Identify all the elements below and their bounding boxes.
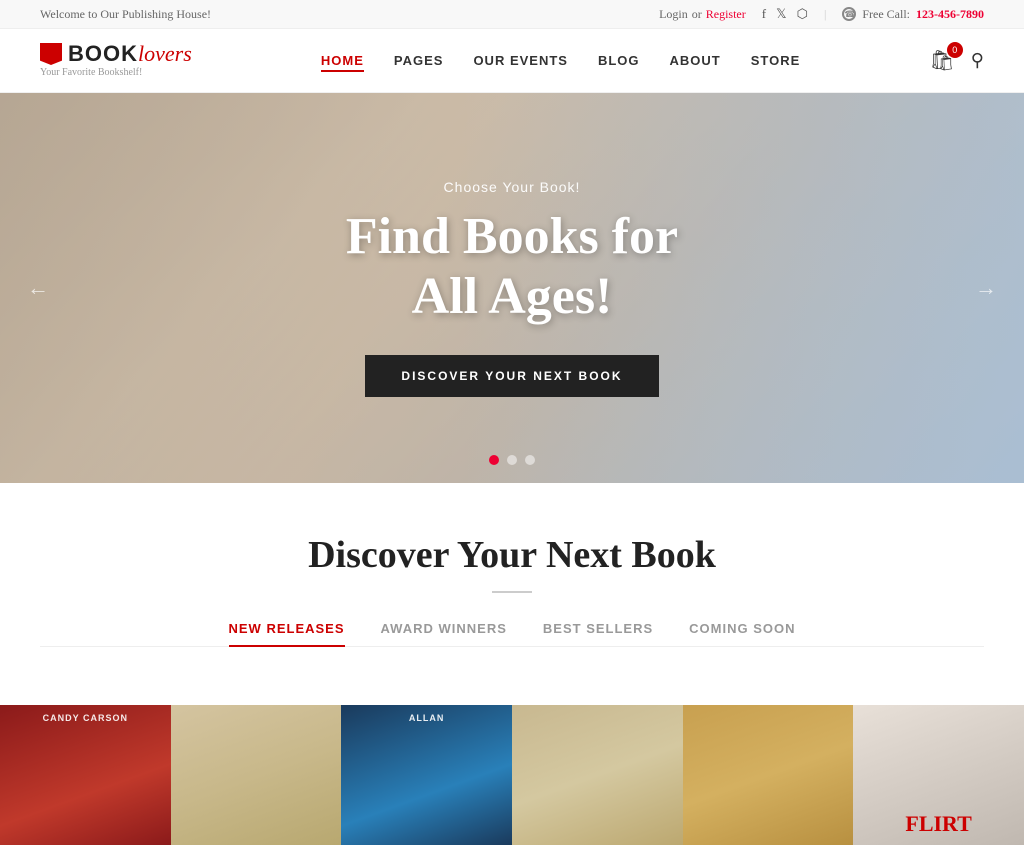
discover-divider [492,591,532,593]
hero-dot-2[interactable] [507,455,517,465]
nav-events[interactable]: OUR EVENTS [473,53,568,68]
nav-store[interactable]: STORE [751,53,801,68]
logo[interactable]: BOOKlovers Your Favorite Bookshelf! [40,43,192,78]
discover-section: Discover Your Next Book NEW RELEASES AWA… [0,483,1024,705]
hero-content: Choose Your Book! Find Books forAll Ages… [346,179,678,397]
or-text: or [692,7,702,22]
search-button[interactable]: ⚲ [971,50,984,71]
nav-home[interactable]: HOME [321,53,364,68]
arrow-left-icon: ← [27,275,49,301]
cart-button[interactable]: 🛍 0 [929,48,954,73]
book-card-6[interactable]: FLIRT [853,705,1024,845]
logo-text: BOOKlovers [68,43,192,65]
book-card-1[interactable]: CANDY CARSON [0,705,171,845]
arrow-right-icon: → [975,275,997,301]
book-grid: CANDY CARSON ALLAN FLIRT [0,705,1024,845]
tab-new-releases[interactable]: NEW RELEASES [229,621,345,646]
tab-best-sellers[interactable]: BEST SELLERS [543,621,653,646]
free-call-label: Free Call: [862,7,910,22]
book-title-6: FLIRT [905,811,971,837]
book-author-1: CANDY CARSON [0,713,171,723]
hero-dots [489,455,535,465]
nav-about[interactable]: ABOUT [670,53,721,68]
social-icons: f 𝕏 ⬡ [762,6,808,22]
header: BOOKlovers Your Favorite Bookshelf! HOME… [0,29,1024,93]
nav-blog[interactable]: BLOG [598,53,640,68]
header-actions: 🛍 0 ⚲ [929,48,984,73]
facebook-icon[interactable]: f [762,6,766,22]
logo-icon [40,43,62,65]
twitter-icon[interactable]: 𝕏 [776,6,786,22]
book-tabs: NEW RELEASES AWARD WINNERS BEST SELLERS … [40,621,984,647]
book-card-3[interactable]: ALLAN [341,705,512,845]
welcome-text: Welcome to Our Publishing House! [40,7,211,22]
nav-pages[interactable]: PAGES [394,53,444,68]
book-card-4[interactable] [512,705,683,845]
hero-subtitle: Choose Your Book! [346,179,678,195]
hero-cta-button[interactable]: DISCOVER YOUR NEXT BOOK [365,355,658,397]
book-card-5[interactable] [683,705,854,845]
hero-dot-1[interactable] [489,455,499,465]
book-card-2[interactable] [171,705,342,845]
hero-section: ← Choose Your Book! Find Books forAll Ag… [0,93,1024,483]
phone-number[interactable]: 123-456-7890 [916,7,984,22]
auth-links: Login or Register [659,7,746,22]
main-nav: HOME PAGES OUR EVENTS BLOG ABOUT STORE [321,53,800,68]
top-bar-right: Login or Register f 𝕏 ⬡ | ☎ Free Call: 1… [659,6,984,22]
divider: | [824,7,826,22]
book-author-3: ALLAN [341,713,512,723]
discover-title: Discover Your Next Book [40,533,984,577]
cart-badge: 0 [947,42,963,58]
hero-dot-3[interactable] [525,455,535,465]
tab-award-winners[interactable]: AWARD WINNERS [381,621,507,646]
phone-area: ☎ Free Call: 123-456-7890 [842,7,984,22]
hero-prev-button[interactable]: ← [20,270,56,306]
instagram-icon[interactable]: ⬡ [797,6,808,22]
logo-sub: Your Favorite Bookshelf! [40,67,142,78]
top-bar: Welcome to Our Publishing House! Login o… [0,0,1024,29]
hero-title: Find Books forAll Ages! [346,207,678,327]
login-link[interactable]: Login [659,7,688,22]
search-icon: ⚲ [971,50,984,70]
hero-next-button[interactable]: → [968,270,1004,306]
phone-icon: ☎ [842,7,856,21]
register-link[interactable]: Register [706,7,746,22]
logo-lovers: lovers [138,41,192,66]
tab-coming-soon[interactable]: COMING SOON [689,621,795,646]
logo-book: BOOK [68,41,138,66]
